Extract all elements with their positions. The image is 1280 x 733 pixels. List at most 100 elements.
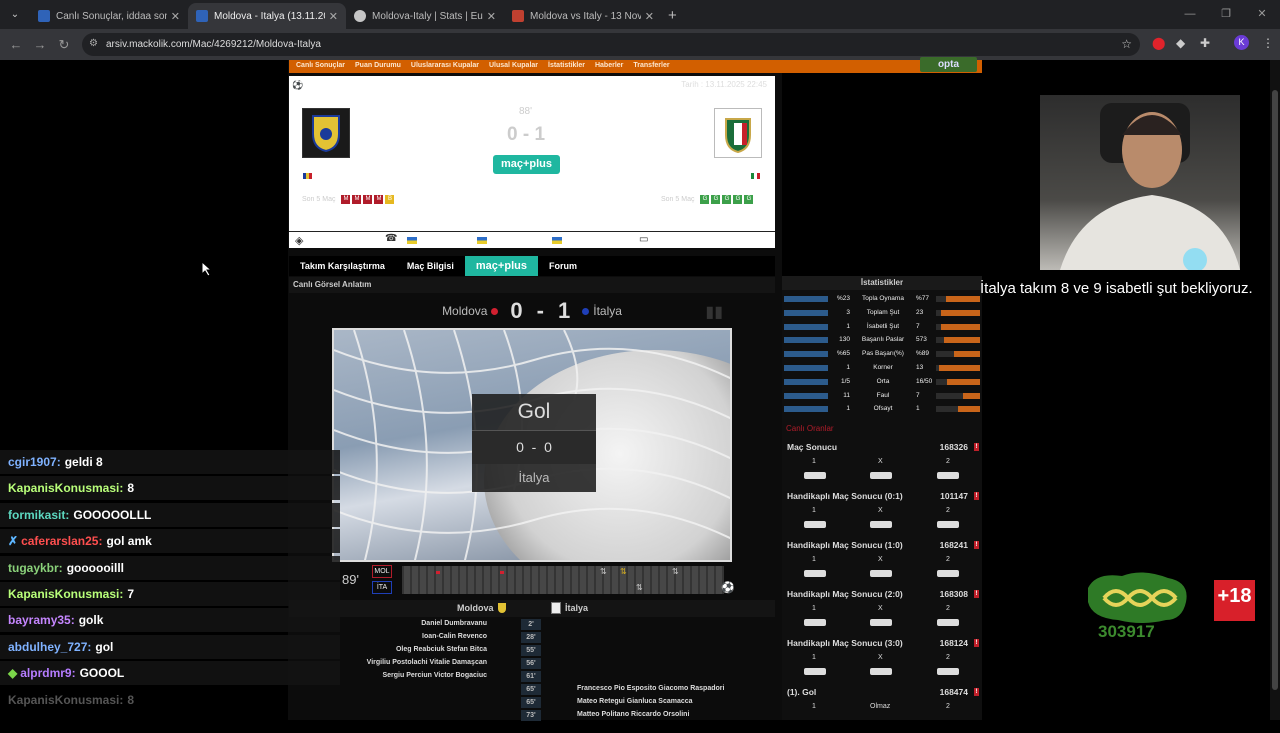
odd-button[interactable] — [937, 619, 959, 626]
odd-button[interactable] — [937, 668, 959, 675]
odd-button[interactable] — [870, 521, 892, 528]
browser-tab-4[interactable]: Moldova vs Italy - 13 Nov 2025 ✕ — [504, 3, 662, 29]
stream-chat: cgir1907: geldi 8 KapanisKonusmasi: 8 formik… — [0, 450, 340, 720]
odds-market[interactable]: (1). Gol 168474! 1 Olmaz 2 — [782, 687, 982, 733]
browser-tab-2[interactable]: Moldova - İtalya (13.11.2025) M ✕ — [188, 3, 346, 29]
stat-name: Ofsayt — [873, 405, 893, 413]
form-badge: G — [711, 195, 721, 204]
menu-item-intl-cups[interactable]: Uluslararası Kupalar — [411, 60, 479, 73]
stat-home-bar — [784, 351, 828, 358]
close-tab-icon[interactable]: ✕ — [329, 10, 338, 23]
forward-arrow-icon[interactable]: → — [28, 37, 52, 52]
odd-button[interactable] — [937, 521, 959, 528]
tab-list-chevron-icon[interactable]: ⌄ — [4, 3, 26, 25]
tab-forum[interactable]: Forum — [538, 256, 588, 276]
chat-text: goooooilll — [66, 560, 125, 575]
match-tabs: Takım Karşılaştırma Maç Bilgisi maç+plus… — [289, 256, 775, 276]
live-scoreline: Moldova 0 - 1 İtalya ▮▮ — [289, 294, 775, 328]
address-bar[interactable]: ⚙ arsiv.mackolik.com/Mac/4269212/Moldova… — [82, 33, 1140, 56]
goal-score-sep: - — [531, 439, 537, 455]
odd-button[interactable] — [937, 472, 959, 479]
scrollbar-thumb[interactable] — [1272, 90, 1278, 690]
stat-away-value: %89 — [916, 350, 930, 358]
stat-home-value: 1/5 — [840, 377, 850, 385]
tab-match-info[interactable]: Maç Bilgisi — [396, 256, 465, 276]
event-minute: 56' — [521, 658, 541, 669]
menu-item-standings[interactable]: Puan Durumu — [355, 60, 401, 73]
italy-flag-icon — [751, 173, 760, 179]
menu-item-transfers[interactable]: Transferler — [633, 60, 669, 73]
goal-score-home: 0 — [516, 439, 524, 455]
profile-avatar[interactable]: K — [1234, 35, 1249, 50]
tab-macplus[interactable]: maç+plus — [464, 256, 538, 276]
odd-button[interactable] — [804, 668, 826, 675]
odds-market[interactable]: Handikaplı Maç Sonucu (2:0) 168308! 1 X 2 — [782, 589, 982, 635]
odd-button[interactable] — [870, 472, 892, 479]
more-menu-icon[interactable]: ⋮ — [1262, 36, 1274, 50]
macplus-button[interactable]: maç+plus — [493, 155, 560, 174]
stat-away-value: %77 — [916, 295, 930, 302]
event-row: 65' Mateo Retegui Gianluca Scamacca — [289, 697, 775, 710]
browser-tab-3[interactable]: Moldova-Italy | Stats | European ✕ — [346, 3, 504, 29]
odd-label: 2 — [946, 703, 950, 710]
odd-button[interactable] — [870, 570, 892, 577]
event-row: Ioan-Calin Revenco 28' — [289, 632, 775, 645]
close-window-icon[interactable]: ✕ — [1244, 0, 1280, 28]
odd-button[interactable] — [804, 570, 826, 577]
odd-label: 2 — [946, 458, 950, 465]
menu-item-statistics[interactable]: İstatistikler — [548, 60, 585, 73]
odds-market[interactable]: Handikaplı Maç Sonucu (0:1) 101147! 1 X 2 — [782, 491, 982, 537]
menu-item-live[interactable]: Canlı Sonuçlar — [296, 60, 345, 73]
browser-toolbar: ← → ↻ ⚙ arsiv.mackolik.com/Mac/4269212/M… — [0, 29, 1280, 60]
stat-away-bar-fill — [954, 351, 980, 358]
new-tab-plus-icon[interactable]: + — [668, 7, 677, 24]
moldova-crest[interactable] — [302, 108, 350, 158]
stat-away-bar-fill — [962, 392, 980, 399]
goal-title: Gol — [472, 394, 596, 431]
reload-icon[interactable]: ↻ — [52, 37, 76, 53]
tab-team-comparison[interactable]: Takım Karşılaştırma — [289, 256, 396, 276]
stat-name: Toplam Şut — [866, 308, 900, 316]
form-badge: M — [374, 195, 384, 204]
menu-item-news[interactable]: Haberler — [595, 60, 623, 73]
stats-bars-icon[interactable]: ▮▮ — [705, 302, 723, 322]
shield-extension-icon[interactable]: ◆ — [1176, 36, 1185, 50]
back-arrow-icon[interactable]: ← — [4, 37, 28, 52]
close-tab-icon[interactable]: ✕ — [645, 10, 654, 23]
odd-label: 1 — [812, 654, 816, 661]
opera-extension-icon[interactable]: ⬤ — [1152, 36, 1165, 50]
away-team-name: İtalya — [593, 304, 622, 318]
odd-button[interactable] — [870, 619, 892, 626]
odd-label: Olmaz — [870, 703, 891, 710]
close-tab-icon[interactable]: ✕ — [487, 10, 496, 23]
odd-button[interactable] — [937, 570, 959, 577]
italy-crest[interactable] — [714, 108, 762, 158]
restore-icon[interactable]: ❐ — [1208, 0, 1244, 28]
odd-button[interactable] — [804, 521, 826, 528]
close-tab-icon[interactable]: ✕ — [171, 10, 180, 23]
site-info-icon[interactable]: ⚙ — [89, 38, 98, 49]
odd-label: X — [878, 654, 883, 661]
odd-button[interactable] — [804, 619, 826, 626]
browser-tab-1[interactable]: Canlı Sonuçlar, iddaa sonuçları ✕ — [30, 3, 188, 29]
streamer-webcam — [1040, 95, 1240, 272]
home-team-name: Moldova — [442, 304, 488, 318]
minimize-icon[interactable]: — — [1172, 0, 1208, 28]
bookmark-star-icon[interactable]: ☆ — [1121, 37, 1132, 51]
age-restriction-badge: +18 — [1214, 580, 1255, 621]
odds-market[interactable]: Handikaplı Maç Sonucu (1:0) 168241! 1 X 2 — [782, 540, 982, 586]
odd-button[interactable] — [804, 472, 826, 479]
page-scrollbar[interactable] — [1270, 60, 1280, 720]
stat-row: 11 Faul 7 — [784, 391, 980, 401]
menu-item-national-cups[interactable]: Ulusal Kupalar — [489, 60, 538, 73]
sword-badge-icon: ✗ — [8, 534, 19, 549]
extensions-puzzle-icon[interactable]: ✚ — [1200, 36, 1210, 50]
timeline-away-label: İTA — [372, 581, 392, 594]
event-away-players: Francesco Pio Esposito Giacomo Raspadori — [577, 685, 725, 692]
odds-market[interactable]: Maç Sonucu 168326! 1 X 2 — [782, 442, 982, 488]
market-code: 168124 — [939, 638, 968, 648]
odds-market[interactable]: Handikaplı Maç Sonucu (3:0) 168124! 1 X 2 — [782, 638, 982, 684]
odd-button[interactable] — [870, 668, 892, 675]
stat-home-bar — [784, 406, 828, 413]
chat-message: bayramy35: golk — [0, 608, 340, 633]
